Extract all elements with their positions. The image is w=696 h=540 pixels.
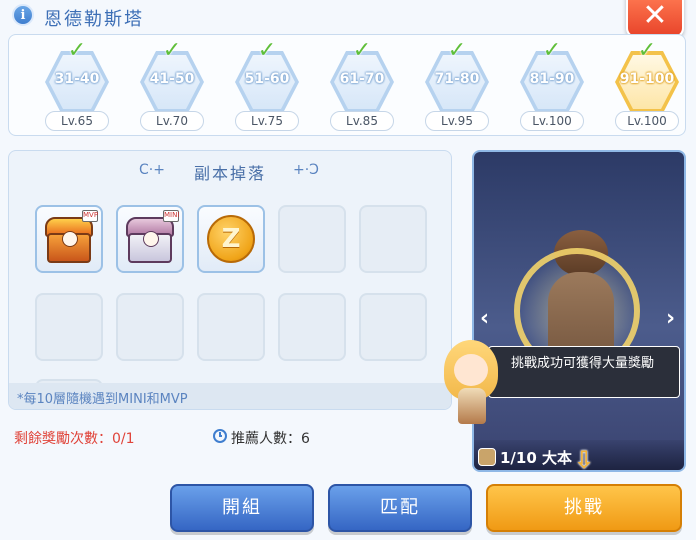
floor-range-label: 31-40 (54, 71, 100, 87)
npc-speech-bubble: 挑戰成功可獲得大量獎勵 (488, 346, 680, 398)
tutorial-down-arrow-icon: ⇩ (574, 446, 595, 474)
level-requirement: Lv.95 (425, 111, 489, 131)
close-button[interactable]: ✕ (626, 0, 684, 38)
check-icon: ✓ (352, 38, 372, 63)
skull-emblem-icon (62, 231, 78, 247)
match-button[interactable]: 匹配 (328, 484, 472, 532)
drop-slot-empty (197, 293, 265, 361)
drops-title: 副本掉落 (193, 164, 266, 183)
floor-range-label: 91-100 (619, 71, 675, 87)
level-node-41-50[interactable]: 41-50 ✓ Lv.70 (136, 38, 208, 133)
drop-slot-empty (359, 293, 427, 361)
level-node-31-40[interactable]: 31-40 ✓ Lv.65 (41, 38, 113, 133)
level-node-91-100-selected[interactable]: 91-100 ✓ Lv.100 (611, 38, 683, 133)
level-requirement: Lv.85 (330, 111, 394, 131)
drop-note: *每10層隨機遇到MINI和MVP (17, 392, 188, 407)
mvp-badge-icon: MVP (82, 210, 98, 222)
drop-slot-zeny[interactable]: Z (197, 205, 265, 273)
check-icon: ✓ (447, 38, 467, 63)
level-node-71-80[interactable]: 71-80 ✓ Lv.95 (421, 38, 493, 133)
boss-counter: 1/10 大本 (500, 449, 573, 467)
drop-slot-mvp-chest[interactable]: MVP (35, 205, 103, 273)
drop-slot-empty (359, 205, 427, 273)
npc-face (454, 354, 488, 386)
prev-arrow-icon[interactable]: ‹ (480, 306, 489, 331)
npc-speech-text: 挑戰成功可獲得大量獎勵 (511, 356, 655, 371)
level-selector: 31-40 ✓ Lv.65 41-50 ✓ Lv.70 51-60 ✓ Lv.7… (8, 34, 686, 136)
drop-slot-empty (116, 293, 184, 361)
challenge-button[interactable]: 挑戰 (486, 484, 682, 532)
drop-slot-empty (35, 293, 103, 361)
mini-badge-icon: MINI (163, 210, 179, 222)
floor-range-label: 51-60 (244, 71, 290, 87)
drop-slot-empty (278, 293, 346, 361)
check-icon: ✓ (67, 38, 87, 63)
dungeon-drops-panel: C·+ 副本掉落 +·Ɔ MVP MINI Z *每10層隨機遇到MINI和MV… (8, 150, 452, 410)
zeny-coin-icon: Z (207, 215, 255, 263)
close-icon: ✕ (642, 0, 668, 33)
clock-icon (213, 429, 227, 443)
check-icon: ✓ (162, 38, 182, 63)
drop-slot-mini-chest[interactable]: MINI (116, 205, 184, 273)
level-requirement: Lv.100 (520, 111, 584, 131)
check-icon: ✓ (542, 38, 562, 63)
boss-portrait-icon (478, 448, 496, 466)
level-requirement: Lv.75 (235, 111, 299, 131)
drops-header: C·+ 副本掉落 +·Ɔ (9, 151, 451, 189)
check-icon: ✓ (257, 38, 277, 63)
drop-note-bar: *每10層隨機遇到MINI和MVP (9, 383, 451, 409)
title-bar: i 恩德勒斯塔 ✕ (0, 0, 696, 38)
drop-slot-empty (278, 205, 346, 273)
page-title: 恩德勒斯塔 (44, 9, 144, 30)
npc-guide-avatar (440, 340, 502, 424)
floor-range-label: 71-80 (434, 71, 480, 87)
level-requirement: Lv.100 (615, 111, 679, 131)
level-node-81-90[interactable]: 81-90 ✓ Lv.100 (516, 38, 588, 133)
open-team-button[interactable]: 開組 (170, 484, 314, 532)
moon-ornament-right-icon: +·Ɔ (293, 162, 320, 178)
floor-range-label: 61-70 (339, 71, 385, 87)
next-arrow-icon[interactable]: › (666, 306, 675, 331)
check-icon: ✓ (637, 38, 657, 63)
boss-preview[interactable]: ‹ › 1/10 大本 (472, 150, 686, 472)
floor-range-label: 81-90 (529, 71, 575, 87)
recommended-players: 推薦人數：6 (231, 431, 310, 447)
remaining-rewards: 剩餘獎勵次數：0/1 (14, 431, 135, 447)
level-requirement: Lv.70 (140, 111, 204, 131)
level-node-61-70[interactable]: 61-70 ✓ Lv.85 (326, 38, 398, 133)
info-icon[interactable]: i (12, 4, 34, 26)
skull-emblem-icon (143, 231, 159, 247)
floor-range-label: 41-50 (149, 71, 195, 87)
level-node-51-60[interactable]: 51-60 ✓ Lv.75 (231, 38, 303, 133)
npc-body (458, 388, 486, 424)
level-requirement: Lv.65 (45, 111, 109, 131)
